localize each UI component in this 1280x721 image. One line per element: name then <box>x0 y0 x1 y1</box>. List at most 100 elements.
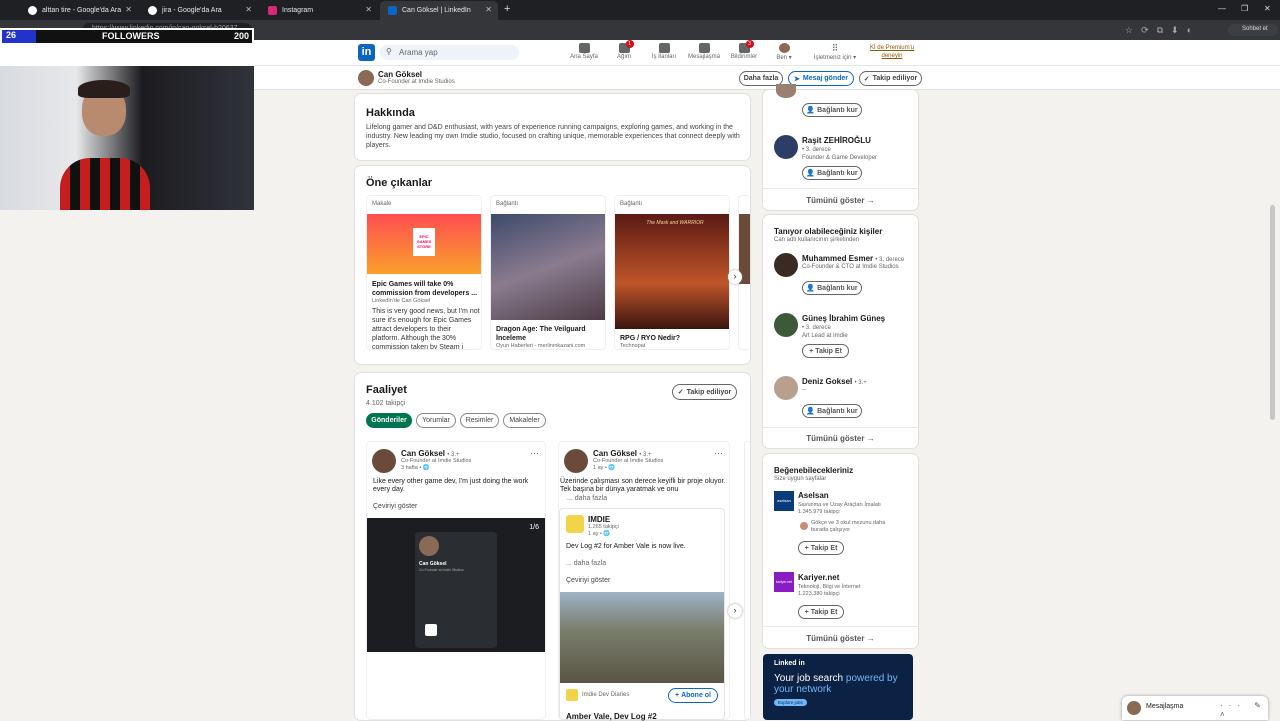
maximize-button[interactable]: ❐ <box>1241 4 1248 13</box>
close-icon[interactable]: ✕ <box>485 5 492 14</box>
connect-button[interactable]: 👤 Bağlantı kur <box>802 166 862 180</box>
see-more-link[interactable]: ... daha fazla <box>566 560 606 568</box>
subscribe-button[interactable]: + Abone ol <box>668 688 718 703</box>
post-card[interactable]: Can Göksel • 3.+ Co-Founder at Imdie Stu… <box>366 441 546 720</box>
notification-badge: 1 <box>625 40 634 48</box>
connect-button[interactable]: 👤 Bağlantı kur <box>802 281 862 295</box>
pymk-title: Tanıyor olabileceğiniz kişiler <box>774 227 883 236</box>
activity-title: Faaliyet <box>366 384 407 396</box>
search-placeholder: Arama yap <box>399 48 438 57</box>
add-person-icon: 👤 <box>806 170 816 177</box>
follow-button[interactable]: + Takip Et <box>798 541 844 555</box>
nav-messaging[interactable]: Mesajlaşma <box>682 43 726 60</box>
more-options-icon[interactable]: ··· <box>530 448 539 458</box>
filter-comments[interactable]: Yorumlar <box>416 413 456 428</box>
avatar <box>774 313 798 337</box>
person-name[interactable]: Raşit ZEHİROĞLU <box>802 136 871 145</box>
dragon-age-image <box>491 214 605 320</box>
filter-images[interactable]: Resimler <box>460 413 499 428</box>
new-tab-button[interactable]: + <box>504 3 510 15</box>
following-button[interactable]: ✓ Takip ediliyor <box>859 71 922 86</box>
person-name[interactable]: Güneş İbrahim Güneş <box>802 314 885 323</box>
following-button[interactable]: ✓ Takip ediliyor <box>672 384 737 400</box>
browser-tab[interactable]: alttan tire - Google'da Ara ✕ <box>20 1 138 20</box>
messaging-bar[interactable]: Mesajlaşma ··· ✎ ˄ <box>1122 696 1268 720</box>
see-more-link[interactable]: ... daha fazla <box>567 495 607 503</box>
browser-tab[interactable]: Instagram ✕ <box>260 1 378 20</box>
ad-line2: powered by <box>845 673 898 684</box>
nav-network[interactable]: 1 Ağım <box>602 40 646 60</box>
featured-item[interactable]: Bağlantı Dragon Age: The Veilguard İncel… <box>490 195 606 350</box>
connect-button[interactable]: 👤 Bağlantı kur <box>802 404 862 418</box>
post-author: Can Göksel • 3.+ <box>593 449 652 458</box>
nav-notifications[interactable]: 3 Bildirimler <box>722 40 766 60</box>
close-icon[interactable]: ✕ <box>365 5 372 14</box>
messaging-controls-icon[interactable]: ··· ✎ ˄ <box>1220 701 1268 719</box>
shared-text: Dev Log #2 for Amber Vale is now live. <box>566 543 686 550</box>
unity-icon <box>425 624 437 636</box>
plus-icon: + <box>674 692 680 699</box>
person-name[interactable]: Muhammed Esmer • 3. derece <box>802 254 904 263</box>
linkedin-ad[interactable]: Linked in Your job search powered by you… <box>763 654 913 720</box>
post-text: Like every other game dev, I'm just doin… <box>373 478 529 493</box>
linkedin-logo[interactable]: in <box>358 44 375 61</box>
next-arrow-icon[interactable]: › <box>728 270 742 284</box>
nav-business[interactable]: ⠿ İşletmeniz için ▾ <box>808 43 862 61</box>
avatar <box>358 70 374 86</box>
page-name[interactable]: Aselsan <box>798 491 829 500</box>
next-arrow-icon[interactable]: › <box>728 604 742 618</box>
message-label: Mesaj gönder <box>802 75 848 82</box>
minimize-button[interactable]: — <box>1218 4 1226 13</box>
message-button[interactable]: ➤ Mesaj gönder <box>788 71 854 86</box>
premium-link[interactable]: Kİ de Premium'u deneyin <box>862 44 922 60</box>
more-options-icon[interactable]: ··· <box>714 448 723 458</box>
browser-tab[interactable]: jira - Google'da Ara ✕ <box>140 1 258 20</box>
chat-button[interactable]: Sohbet et <box>1228 24 1278 36</box>
scrollbar[interactable] <box>1270 205 1275 420</box>
follow-button[interactable]: + Takip Et <box>798 605 844 619</box>
page-followers: 1.223.380 takipçi <box>798 591 840 597</box>
page-name[interactable]: Kariyer.net <box>798 573 839 582</box>
browser-tab-active[interactable]: Can Göksel | LinkedIn ✕ <box>380 1 498 20</box>
plus-icon: + <box>804 608 809 616</box>
post-meta: Co-Founder at Imdie Studios 3 hafta • 🌐 <box>401 458 471 472</box>
follower-goal-bar: 26 FOLLOWERS 200 <box>2 30 252 43</box>
translate-link[interactable]: Çeviriyi göster <box>566 577 610 585</box>
author-name: Can Göksel <box>401 449 446 458</box>
translate-link[interactable]: Çeviriyi göster <box>373 503 417 511</box>
pymk-card: Tanıyor olabileceğiniz kişiler Can adlı … <box>763 215 918 448</box>
close-icon[interactable]: ✕ <box>245 5 252 14</box>
filter-posts[interactable]: Gönderiler <box>366 413 412 428</box>
connect-button[interactable]: 👤 Bağlantı kur <box>802 103 862 117</box>
nav-me[interactable]: Ben ▾ <box>762 43 806 61</box>
close-icon[interactable]: ✕ <box>125 5 132 14</box>
show-all-link[interactable]: Tümünü göster → <box>763 196 918 205</box>
filter-articles[interactable]: Makaleler <box>503 413 546 428</box>
browser-tab-bar: alttan tire - Google'da Ara ✕ jira - Goog… <box>0 0 1280 20</box>
divider <box>763 188 918 189</box>
nav-label: Mesajlaşma <box>687 54 720 60</box>
ad-cta-button[interactable]: Explore jobs <box>774 699 807 706</box>
ad-headline: Your job search powered by your network <box>774 673 909 695</box>
close-window-button[interactable]: ✕ <box>1264 4 1271 13</box>
post-card[interactable]: Can Göksel • 3.+ Co-Founder at Imdie Stu… <box>558 441 730 721</box>
nav-home[interactable]: Ana Sayfa <box>562 43 606 60</box>
featured-item-title: RPG / RYO Nedir? <box>620 335 681 342</box>
featured-title: Öne çıkanlar <box>366 177 433 189</box>
featured-item[interactable]: Makale EPIC GAMES STORE Epic Games will … <box>366 195 482 350</box>
follow-button[interactable]: + Takip Et <box>802 344 849 358</box>
rpg-image-text: The Mask and WARRIOR <box>646 220 704 226</box>
show-all-link[interactable]: Tümünü göster → <box>763 634 918 643</box>
post-image[interactable]: 1/6 Can Göksel Co-Founder at Imdie Studi… <box>367 518 545 652</box>
toolbar-icons[interactable]: ☆⟳⧉⬇◐ <box>1125 25 1200 36</box>
nav-jobs[interactable]: İş İlanları <box>642 43 686 60</box>
search-input[interactable]: ⚲ Arama yap <box>380 45 519 60</box>
person-name[interactable]: Deniz Goksel • 3.+ <box>802 377 867 386</box>
shared-author: IMDIE <box>588 515 611 524</box>
featured-item[interactable]: Bağlantı The Mask and WARRIOR RPG / RYO … <box>614 195 730 350</box>
divider <box>763 626 918 627</box>
show-all-link[interactable]: Tümünü göster → <box>763 434 918 443</box>
shared-post[interactable]: IMDIE 1.265 takipçi 1 ay • 🌐 Dev Log #2 … <box>559 508 725 721</box>
following-label: Takip ediliyor <box>872 75 918 82</box>
nav-label: Ben ▾ <box>776 55 792 61</box>
